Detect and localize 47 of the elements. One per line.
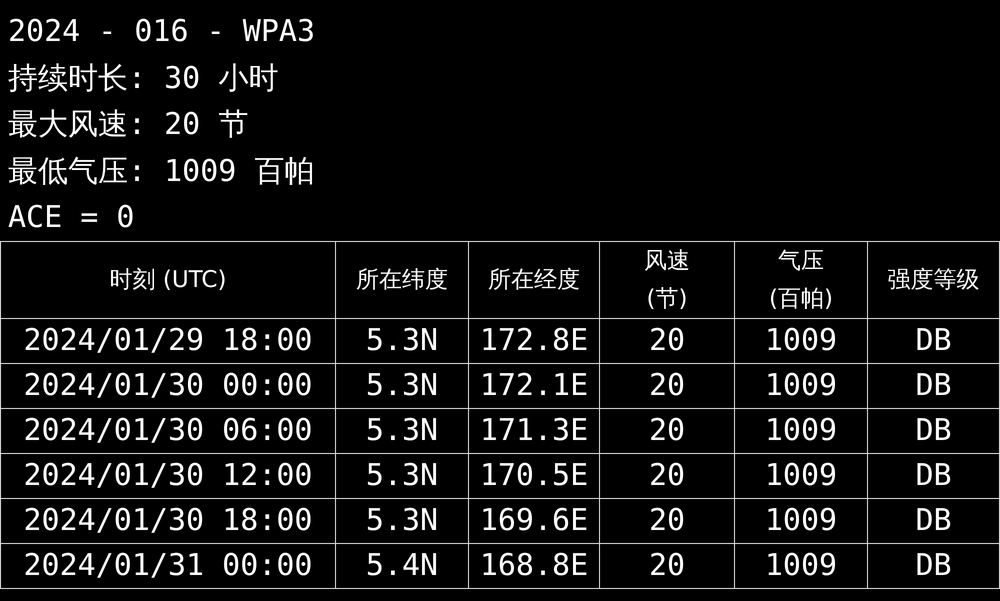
- summary-line: ACE = 0: [8, 199, 134, 237]
- table-cell: 2024/01/30 12:00: [0, 454, 336, 498]
- table-cell: DB: [868, 318, 1000, 364]
- column-header: 强度等级: [868, 242, 1000, 318]
- table-cell: 1009: [734, 364, 868, 408]
- column-header: 风速 (节): [600, 242, 734, 318]
- table-cell: 20: [600, 544, 734, 588]
- table-cell: 168.8E: [468, 544, 600, 588]
- table-cell: 2024/01/30 00:00: [0, 364, 336, 408]
- table-cell: 171.3E: [468, 408, 600, 454]
- column-header: 所在经度: [468, 242, 600, 318]
- table-cell: 5.3N: [336, 408, 468, 454]
- table-cell: 169.6E: [468, 498, 600, 544]
- table-cell: 2024/01/29 18:00: [0, 318, 336, 364]
- table-cell: 2024/01/30 06:00: [0, 408, 336, 454]
- table-cell: 1009: [734, 408, 868, 454]
- table-cell: 172.8E: [468, 318, 600, 364]
- summary-line: 持续时长: 30 小时: [8, 60, 278, 98]
- summary-line: 最大风速: 20 节: [8, 106, 248, 144]
- table-cell: DB: [868, 364, 1000, 408]
- table-cell: DB: [868, 454, 1000, 498]
- table-cell: 5.3N: [336, 454, 468, 498]
- table-cell: DB: [868, 544, 1000, 588]
- table-cell: 20: [600, 408, 734, 454]
- table-cell: 2024/01/30 18:00: [0, 498, 336, 544]
- table-cell: 5.3N: [336, 364, 468, 408]
- table-cell: 1009: [734, 544, 868, 588]
- table-cell: 5.3N: [336, 318, 468, 364]
- table-cell: DB: [868, 498, 1000, 544]
- table-cell: 172.1E: [468, 364, 600, 408]
- table-cell: 170.5E: [468, 454, 600, 498]
- table-cell: 20: [600, 364, 734, 408]
- summary-line: 2024 - 016 - WPA3: [8, 13, 316, 51]
- table-cell: 5.4N: [336, 544, 468, 588]
- table-cell: 1009: [734, 454, 868, 498]
- column-header: 气压 (百帕): [734, 242, 868, 318]
- table-cell: 1009: [734, 318, 868, 364]
- table-cell: 20: [600, 318, 734, 364]
- table-cell: 20: [600, 454, 734, 498]
- table-cell: 5.3N: [336, 498, 468, 544]
- table-cell: DB: [868, 408, 1000, 454]
- column-header: 时刻 (UTC): [0, 242, 336, 318]
- table-cell: 20: [600, 498, 734, 544]
- table-cell: 2024/01/31 00:00: [0, 544, 336, 588]
- column-header: 所在纬度: [336, 242, 468, 318]
- table-cell: 1009: [734, 498, 868, 544]
- summary-line: 最低气压: 1009 百帕: [8, 152, 314, 190]
